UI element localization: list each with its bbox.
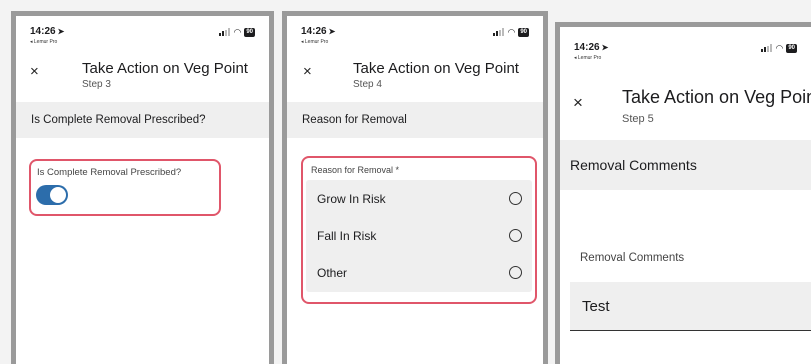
- step-indicator: Step 4: [353, 79, 382, 90]
- status-bar: 14:26 ➤ ◂ Lemur Pro ◠ 90: [301, 26, 529, 46]
- location-arrow-icon: ➤: [57, 27, 65, 36]
- section-heading: Reason for Removal: [287, 102, 543, 138]
- comments-field-label: Removal Comments: [580, 252, 685, 264]
- reason-radio-group: Grow In Risk Fall In Risk Other: [306, 180, 532, 292]
- battery-icon: 90: [518, 27, 529, 37]
- close-icon[interactable]: ×: [573, 93, 583, 113]
- status-bar: 14:26 ➤ ◂ Lemur Pro ◠ 90: [574, 42, 797, 62]
- phone-screen-step-3: 14:26 ➤ ◂ Lemur Pro ◠ 90 × Take Action on…: [11, 11, 274, 364]
- toggle-field-label: Is Complete Removal Prescribed?: [37, 167, 182, 178]
- battery-icon: 90: [244, 27, 255, 37]
- radio-option-fall-in-risk[interactable]: Fall In Risk: [306, 217, 532, 254]
- radio-option-grow-in-risk[interactable]: Grow In Risk: [306, 180, 532, 217]
- status-time: 14:26 ➤: [30, 26, 65, 37]
- back-to-app-link[interactable]: ◂ Lemur Pro: [301, 39, 328, 45]
- radio-option-other[interactable]: Other: [306, 254, 532, 291]
- screen-title: Take Action on Veg Point: [622, 87, 811, 107]
- status-time: 14:26 ➤: [301, 26, 336, 37]
- radio-unchecked-icon[interactable]: [509, 192, 522, 205]
- toggle-knob: [50, 187, 66, 203]
- phone-screen-step-5: 14:26 ➤ ◂ Lemur Pro ◠ 90 × Take Action on…: [555, 22, 811, 364]
- radio-unchecked-icon[interactable]: [509, 229, 522, 242]
- back-to-app-link[interactable]: ◂ Lemur Pro: [574, 55, 601, 61]
- status-bar: 14:26 ➤ ◂ Lemur Pro ◠ 90: [30, 26, 255, 46]
- close-icon[interactable]: ×: [303, 63, 312, 80]
- section-heading: Removal Comments: [560, 140, 811, 190]
- section-heading: Is Complete Removal Prescribed?: [16, 102, 269, 138]
- location-arrow-icon: ➤: [328, 27, 336, 36]
- radio-group-label: Reason for Removal *: [311, 165, 400, 175]
- screen-title: Take Action on Veg Point: [353, 60, 519, 77]
- phone-screen-step-4: 14:26 ➤ ◂ Lemur Pro ◠ 90 × Take Action on…: [282, 11, 548, 364]
- cellular-signal-icon: [761, 44, 773, 52]
- radio-option-label: Fall In Risk: [317, 228, 377, 243]
- radio-unchecked-icon[interactable]: [509, 266, 522, 279]
- close-icon[interactable]: ×: [30, 63, 39, 80]
- screen-title: Take Action on Veg Point: [82, 60, 248, 77]
- step-indicator: Step 3: [82, 79, 111, 90]
- cellular-signal-icon: [493, 28, 505, 36]
- removal-comments-input[interactable]: Test: [570, 282, 811, 331]
- battery-icon: 90: [786, 43, 797, 53]
- wifi-icon: ◠: [507, 27, 516, 37]
- cellular-signal-icon: [219, 28, 231, 36]
- step-indicator: Step 5: [622, 113, 654, 125]
- wifi-icon: ◠: [775, 43, 784, 53]
- location-arrow-icon: ➤: [601, 43, 609, 52]
- radio-option-label: Grow In Risk: [317, 191, 386, 206]
- wifi-icon: ◠: [233, 27, 242, 37]
- radio-option-label: Other: [317, 265, 348, 280]
- status-time: 14:26 ➤: [574, 42, 609, 53]
- back-to-app-link[interactable]: ◂ Lemur Pro: [30, 39, 57, 45]
- complete-removal-toggle[interactable]: [36, 185, 68, 205]
